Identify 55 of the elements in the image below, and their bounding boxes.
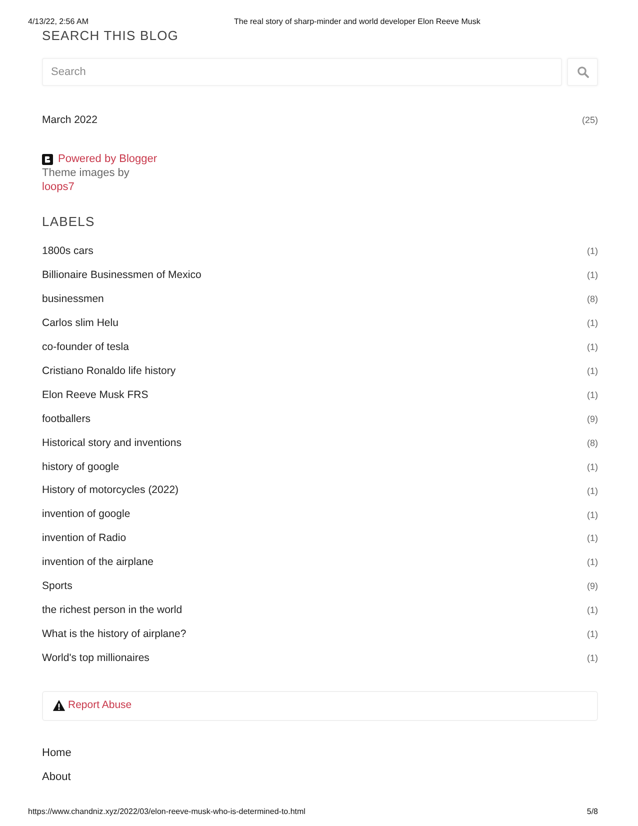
label-link[interactable]: invention of google	[42, 507, 130, 524]
post-count: (1)	[587, 388, 598, 402]
label-link[interactable]: history of google	[42, 460, 120, 476]
post-count: (8)	[587, 436, 598, 450]
powered-by-link[interactable]: Powered by Blogger	[42, 152, 158, 166]
search-field[interactable]: Search	[42, 58, 562, 86]
post-count: (25)	[582, 114, 598, 128]
label-link[interactable]: Carlos slim Helu	[42, 316, 118, 332]
print-date: 4/13/22, 2:56 AM	[28, 17, 90, 27]
post-count: (9)	[587, 412, 598, 426]
post-count: (1)	[587, 628, 598, 642]
label-link[interactable]: footballers	[42, 412, 90, 428]
page-link[interactable]: About	[42, 768, 71, 786]
post-count: (1)	[587, 364, 598, 378]
blogger-logo-icon	[42, 154, 53, 164]
post-count: (1)	[587, 508, 598, 522]
post-count: (1)	[587, 245, 598, 258]
print-page-title: The real story of sharp-minder and world developer Elon Reeve Musk	[234, 17, 480, 27]
label-link[interactable]: History of motorcycles (2022)	[42, 483, 179, 500]
label-link[interactable]: Billionaire Businessmen of Mexico	[42, 268, 202, 284]
post-count: (1)	[587, 556, 598, 570]
post-count: (1)	[587, 532, 598, 546]
theme-credit-text: Theme images by	[42, 167, 130, 179]
label-link[interactable]: Historical story and inventions	[42, 436, 182, 452]
label-link[interactable]: Cristiano Ronaldo life history	[42, 364, 176, 380]
label-link[interactable]: World's top millionaires	[42, 651, 150, 667]
widget-heading: SEARCH THIS BLOG	[42, 28, 180, 44]
print-url: https://www.chandniz.xyz/2022/03/elon-reeve-musk-who-is-determined-to.html	[28, 807, 306, 817]
post-count: (8)	[587, 293, 598, 306]
label-link[interactable]: Sports	[42, 579, 72, 595]
post-count: (1)	[587, 484, 598, 498]
print-page-number: 5/8	[586, 807, 598, 817]
post-count: (1)	[587, 269, 598, 282]
report-abuse-link[interactable]: Report Abuse	[53, 698, 132, 714]
label-link[interactable]: invention of the airplane	[42, 555, 154, 572]
widget-heading: LABELS	[42, 214, 96, 230]
label-link[interactable]: the richest person in the world	[42, 603, 182, 619]
label-link[interactable]: 1800s cars	[42, 244, 94, 260]
post-count: (1)	[587, 460, 598, 474]
theme-author-link[interactable]: loops7	[42, 181, 74, 193]
warning-icon	[53, 700, 65, 712]
search-icon	[576, 66, 588, 78]
archive-link[interactable]: March 2022	[42, 113, 98, 129]
post-count: (9)	[587, 580, 598, 594]
label-link[interactable]: businessmen	[42, 292, 104, 308]
post-count: (1)	[587, 340, 598, 354]
label-link[interactable]: Elon Reeve Musk FRS	[42, 388, 148, 404]
search-button[interactable]	[567, 58, 598, 86]
label-link[interactable]: invention of Radio	[42, 531, 126, 548]
label-link[interactable]: co-founder of tesla	[42, 340, 129, 356]
page-link[interactable]: Home	[42, 744, 72, 762]
post-count: (1)	[587, 604, 598, 618]
post-count: (1)	[587, 652, 598, 666]
post-count: (1)	[587, 317, 598, 330]
label-link[interactable]: What is the history of airplane?	[42, 627, 186, 643]
